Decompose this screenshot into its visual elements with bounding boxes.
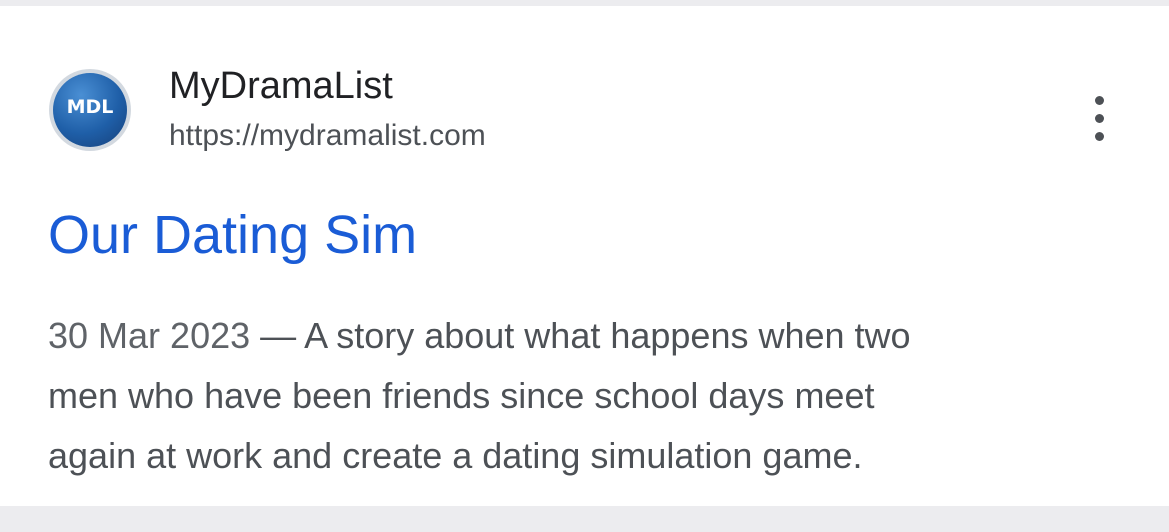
site-name[interactable]: MyDramaList [169,64,393,108]
result-title-link[interactable]: Our Dating Sim [48,203,417,267]
result-date: 30 Mar 2023 [48,315,251,356]
site-favicon[interactable]: MDL [49,69,131,151]
favicon-text: MDL [66,96,114,118]
search-result-card: MDL MyDramaList https://mydramalist.com … [0,6,1169,506]
snippet-line-3: again at work and create a dating simula… [48,435,863,476]
more-vert-icon [1095,114,1104,123]
mdl-logo-icon: MDL [53,73,127,147]
more-options-button[interactable] [1080,94,1120,144]
more-vert-icon [1095,132,1104,141]
result-snippet: 30 Mar 2023 — A story about what happens… [48,306,1128,486]
date-separator: — [250,315,305,356]
site-url[interactable]: https://mydramalist.com [169,118,486,154]
more-vert-icon [1095,96,1104,105]
snippet-line-1: 30 Mar 2023 — A story about what happens… [48,306,1128,366]
snippet-line-2: men who have been friends since school d… [48,375,875,416]
snippet-text: A story about what happens when two [304,315,911,356]
